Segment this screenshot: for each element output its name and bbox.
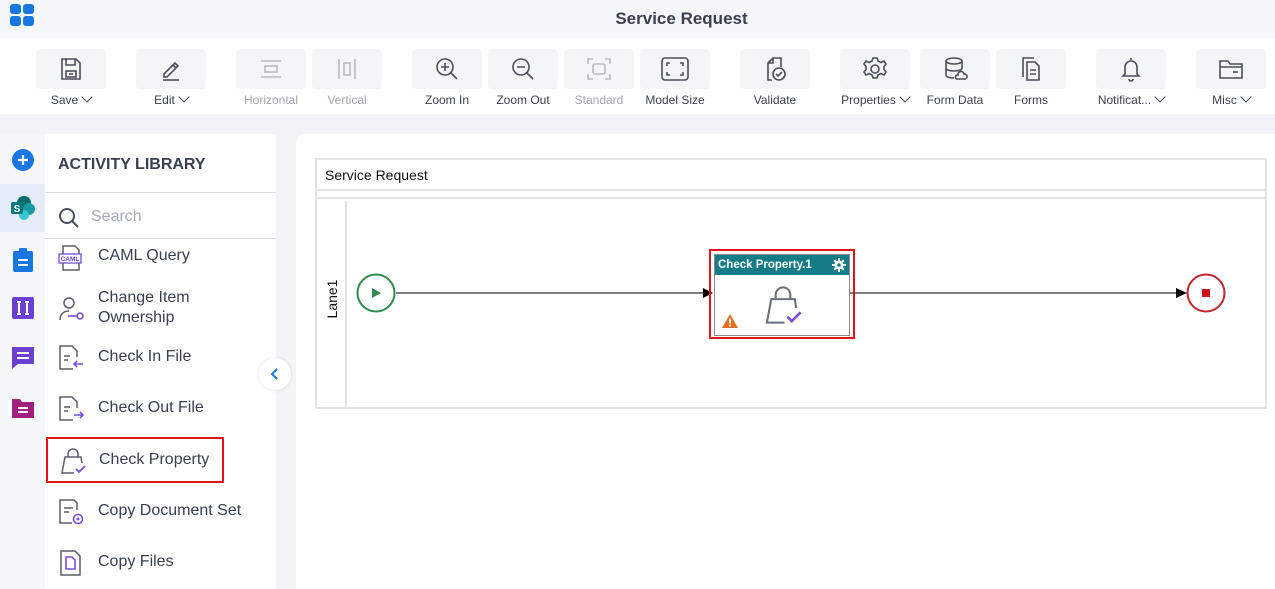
arrow-head [1176,288,1187,298]
check-property-icon [765,286,802,324]
stop-icon [1202,289,1210,297]
task-check-property[interactable]: Check Property.1 [709,249,855,339]
end-event[interactable] [1186,273,1226,313]
task-title: Check Property.1 [718,259,812,271]
warning-icon[interactable] [721,313,739,329]
flow-connectors [356,273,1226,313]
gear-icon[interactable] [832,258,846,272]
task-header: Check Property.1 [715,255,849,275]
start-event[interactable] [356,273,396,313]
